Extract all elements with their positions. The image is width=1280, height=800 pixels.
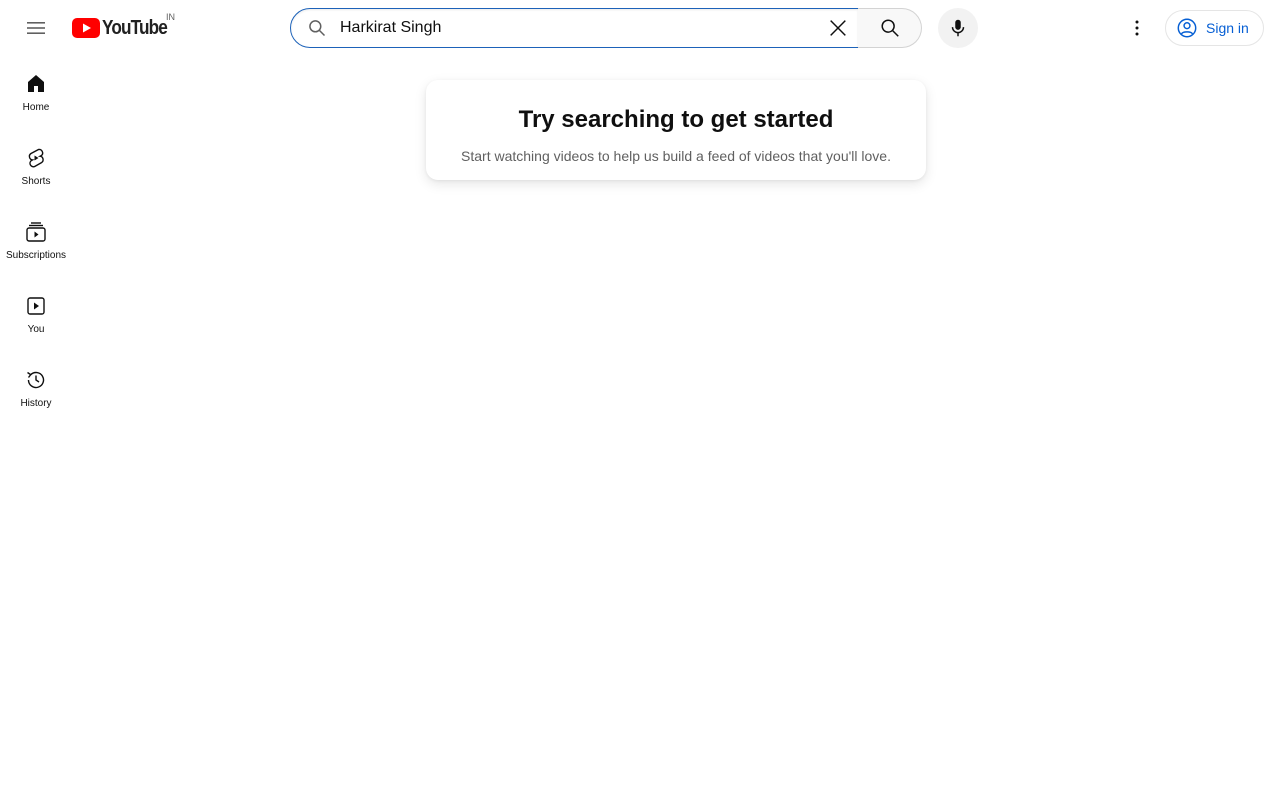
mini-guide: Home Shorts Subscriptions You History: [4, 56, 68, 426]
more-vertical-icon: [1135, 20, 1139, 36]
youtube-logo[interactable]: YouTube IN: [72, 12, 178, 40]
guide-item-home[interactable]: Home: [4, 56, 68, 130]
settings-more-button[interactable]: [1117, 8, 1157, 48]
guide-item-label: You: [27, 324, 45, 335]
subscriptions-icon: [24, 220, 48, 244]
logo-wordmark: YouTube: [102, 16, 168, 39]
search-submit-button[interactable]: [858, 8, 922, 48]
guide-item-label: Subscriptions: [5, 250, 67, 261]
clear-search-button[interactable]: [822, 9, 854, 47]
feed-nudge-title: Try searching to get started: [518, 106, 834, 133]
logo-country-code: IN: [166, 12, 175, 22]
feed-nudge-subtitle: Start watching videos to help us build a…: [461, 148, 891, 164]
guide-item-history[interactable]: History: [4, 352, 68, 426]
guide-item-you[interactable]: You: [4, 278, 68, 352]
sign-in-button[interactable]: Sign in: [1165, 10, 1264, 46]
guide-item-label: Home: [22, 102, 50, 113]
you-icon: [24, 294, 48, 318]
search-icon: [307, 18, 327, 38]
guide-item-subscriptions[interactable]: Subscriptions: [4, 204, 68, 278]
close-icon: [830, 20, 846, 36]
search-icon: [880, 19, 899, 37]
sign-in-label: Sign in: [1206, 20, 1249, 36]
history-icon: [24, 368, 48, 392]
guide-menu-button[interactable]: [16, 8, 56, 48]
feed-nudge-card: Try searching to get started Start watch…: [426, 80, 926, 180]
hamburger-menu-icon: [27, 22, 45, 34]
search-input[interactable]: [340, 9, 810, 47]
microphone-icon: [951, 19, 965, 37]
account-circle-icon: [1177, 18, 1197, 38]
shorts-icon: [24, 146, 48, 170]
search-box: [290, 8, 859, 48]
guide-item-label: History: [20, 398, 52, 409]
guide-item-label: Shorts: [21, 176, 51, 187]
home-icon: [24, 72, 48, 96]
masthead: YouTube IN Harkirat Singh Sign in: [0, 0, 1280, 56]
voice-search-button[interactable]: [938, 8, 978, 48]
guide-item-shorts[interactable]: Shorts: [4, 130, 68, 204]
youtube-play-icon: [72, 18, 100, 38]
